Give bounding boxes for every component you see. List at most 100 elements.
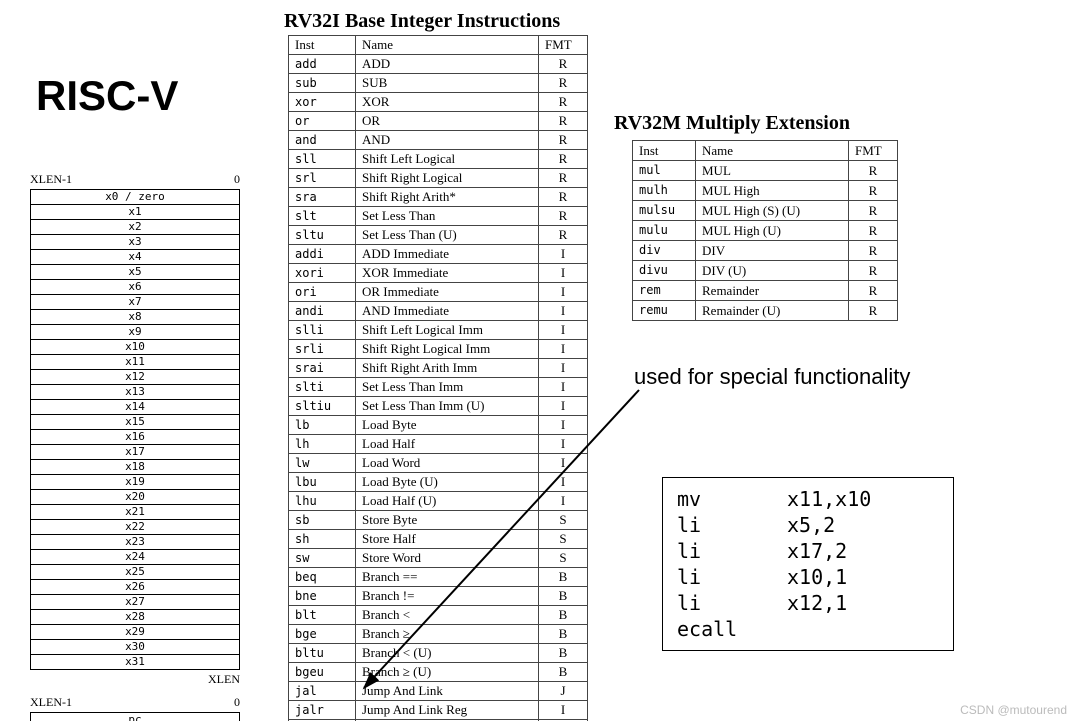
inst-cell-inst: srli xyxy=(289,340,356,359)
inst-header-fmt: FMT xyxy=(539,36,588,55)
inst-cell-fmt: I xyxy=(539,492,588,511)
inst-cell-name: Store Word xyxy=(356,549,539,568)
inst-cell-name: Load Half (U) xyxy=(356,492,539,511)
inst-cell-name: Set Less Than Imm xyxy=(356,378,539,397)
code-op: mv xyxy=(677,486,787,512)
code-args: x5,2 xyxy=(787,512,835,538)
watermark: CSDN @mutourend xyxy=(960,703,1067,717)
mul-cell-inst: rem xyxy=(633,281,696,301)
register-cell: x8 xyxy=(31,310,240,325)
inst-cell-inst: jalr xyxy=(289,701,356,720)
rv32m-section-title: RV32M Multiply Extension xyxy=(614,112,850,135)
mul-cell-inst: remu xyxy=(633,301,696,321)
inst-cell-fmt: R xyxy=(539,93,588,112)
code-args: x10,1 xyxy=(787,564,847,590)
mul-cell-fmt: R xyxy=(849,181,898,201)
inst-cell-inst: blt xyxy=(289,606,356,625)
mul-cell-inst: divu xyxy=(633,261,696,281)
register-cell: x25 xyxy=(31,565,240,580)
inst-cell-fmt: I xyxy=(539,340,588,359)
inst-cell-fmt: I xyxy=(539,397,588,416)
inst-cell-inst: jal xyxy=(289,682,356,701)
register-cell: x19 xyxy=(31,475,240,490)
inst-cell-name: Load Half xyxy=(356,435,539,454)
inst-cell-name: Shift Right Logical xyxy=(356,169,539,188)
inst-cell-fmt: B xyxy=(539,644,588,663)
code-args: x12,1 xyxy=(787,590,847,616)
inst-cell-name: Store Byte xyxy=(356,511,539,530)
code-args: x17,2 xyxy=(787,538,847,564)
inst-cell-inst: bgeu xyxy=(289,663,356,682)
inst-cell-inst: sll xyxy=(289,150,356,169)
register-cell: x4 xyxy=(31,250,240,265)
mul-header-name: Name xyxy=(696,141,849,161)
inst-cell-inst: sltiu xyxy=(289,397,356,416)
annotation-text: used for special functionality xyxy=(634,364,910,390)
inst-cell-inst: sh xyxy=(289,530,356,549)
register-cell: x27 xyxy=(31,595,240,610)
inst-cell-inst: lb xyxy=(289,416,356,435)
inst-cell-inst: srai xyxy=(289,359,356,378)
inst-cell-name: Jump And Link xyxy=(356,682,539,701)
page-heading: RISC-V xyxy=(36,72,178,120)
register-cell: x16 xyxy=(31,430,240,445)
register-cell: x24 xyxy=(31,550,240,565)
mul-cell-fmt: R xyxy=(849,241,898,261)
register-cell: x31 xyxy=(31,655,240,670)
register-cell: x1 xyxy=(31,205,240,220)
inst-cell-inst: slli xyxy=(289,321,356,340)
mul-cell-fmt: R xyxy=(849,281,898,301)
mul-cell-name: MUL High xyxy=(696,181,849,201)
register-cell: x10 xyxy=(31,340,240,355)
mul-cell-fmt: R xyxy=(849,261,898,281)
inst-cell-name: Branch < (U) xyxy=(356,644,539,663)
inst-cell-fmt: I xyxy=(539,321,588,340)
inst-cell-inst: sub xyxy=(289,74,356,93)
inst-cell-fmt: B xyxy=(539,568,588,587)
inst-cell-inst: slti xyxy=(289,378,356,397)
mul-cell-name: DIV (U) xyxy=(696,261,849,281)
rv32i-section-title: RV32I Base Integer Instructions xyxy=(284,10,560,33)
register-cell: x22 xyxy=(31,520,240,535)
register-cell: x23 xyxy=(31,535,240,550)
register-cell: x5 xyxy=(31,265,240,280)
register-cell: x11 xyxy=(31,355,240,370)
mul-cell-name: MUL xyxy=(696,161,849,181)
pc-header-right: 0 xyxy=(234,695,240,710)
mul-cell-inst: div xyxy=(633,241,696,261)
inst-cell-name: XOR xyxy=(356,93,539,112)
inst-cell-fmt: I xyxy=(539,454,588,473)
mul-cell-fmt: R xyxy=(849,161,898,181)
inst-cell-fmt: R xyxy=(539,207,588,226)
code-op: li xyxy=(677,564,787,590)
inst-cell-fmt: I xyxy=(539,416,588,435)
inst-cell-inst: addi xyxy=(289,245,356,264)
inst-cell-name: SUB xyxy=(356,74,539,93)
inst-cell-inst: lh xyxy=(289,435,356,454)
inst-cell-name: Set Less Than xyxy=(356,207,539,226)
inst-cell-inst: add xyxy=(289,55,356,74)
inst-cell-fmt: I xyxy=(539,473,588,492)
inst-cell-name: AND xyxy=(356,131,539,150)
mul-cell-inst: mulu xyxy=(633,221,696,241)
inst-cell-inst: bge xyxy=(289,625,356,644)
inst-cell-name: Branch ≥ xyxy=(356,625,539,644)
inst-cell-name: Load Word xyxy=(356,454,539,473)
rv32m-instruction-table: Inst Name FMT mulMULRmulhMUL HighRmulsuM… xyxy=(632,140,898,321)
mul-cell-fmt: R xyxy=(849,301,898,321)
inst-cell-fmt: R xyxy=(539,55,588,74)
mul-cell-inst: mul xyxy=(633,161,696,181)
reg-footer: XLEN xyxy=(30,672,240,687)
register-cell: x29 xyxy=(31,625,240,640)
register-cell: x14 xyxy=(31,400,240,415)
inst-cell-fmt: B xyxy=(539,606,588,625)
inst-cell-fmt: I xyxy=(539,264,588,283)
register-cell: x12 xyxy=(31,370,240,385)
inst-cell-fmt: I xyxy=(539,701,588,720)
inst-cell-name: Set Less Than Imm (U) xyxy=(356,397,539,416)
mul-cell-name: Remainder xyxy=(696,281,849,301)
mul-header-inst: Inst xyxy=(633,141,696,161)
inst-cell-name: Branch != xyxy=(356,587,539,606)
inst-cell-inst: lbu xyxy=(289,473,356,492)
inst-cell-fmt: B xyxy=(539,587,588,606)
